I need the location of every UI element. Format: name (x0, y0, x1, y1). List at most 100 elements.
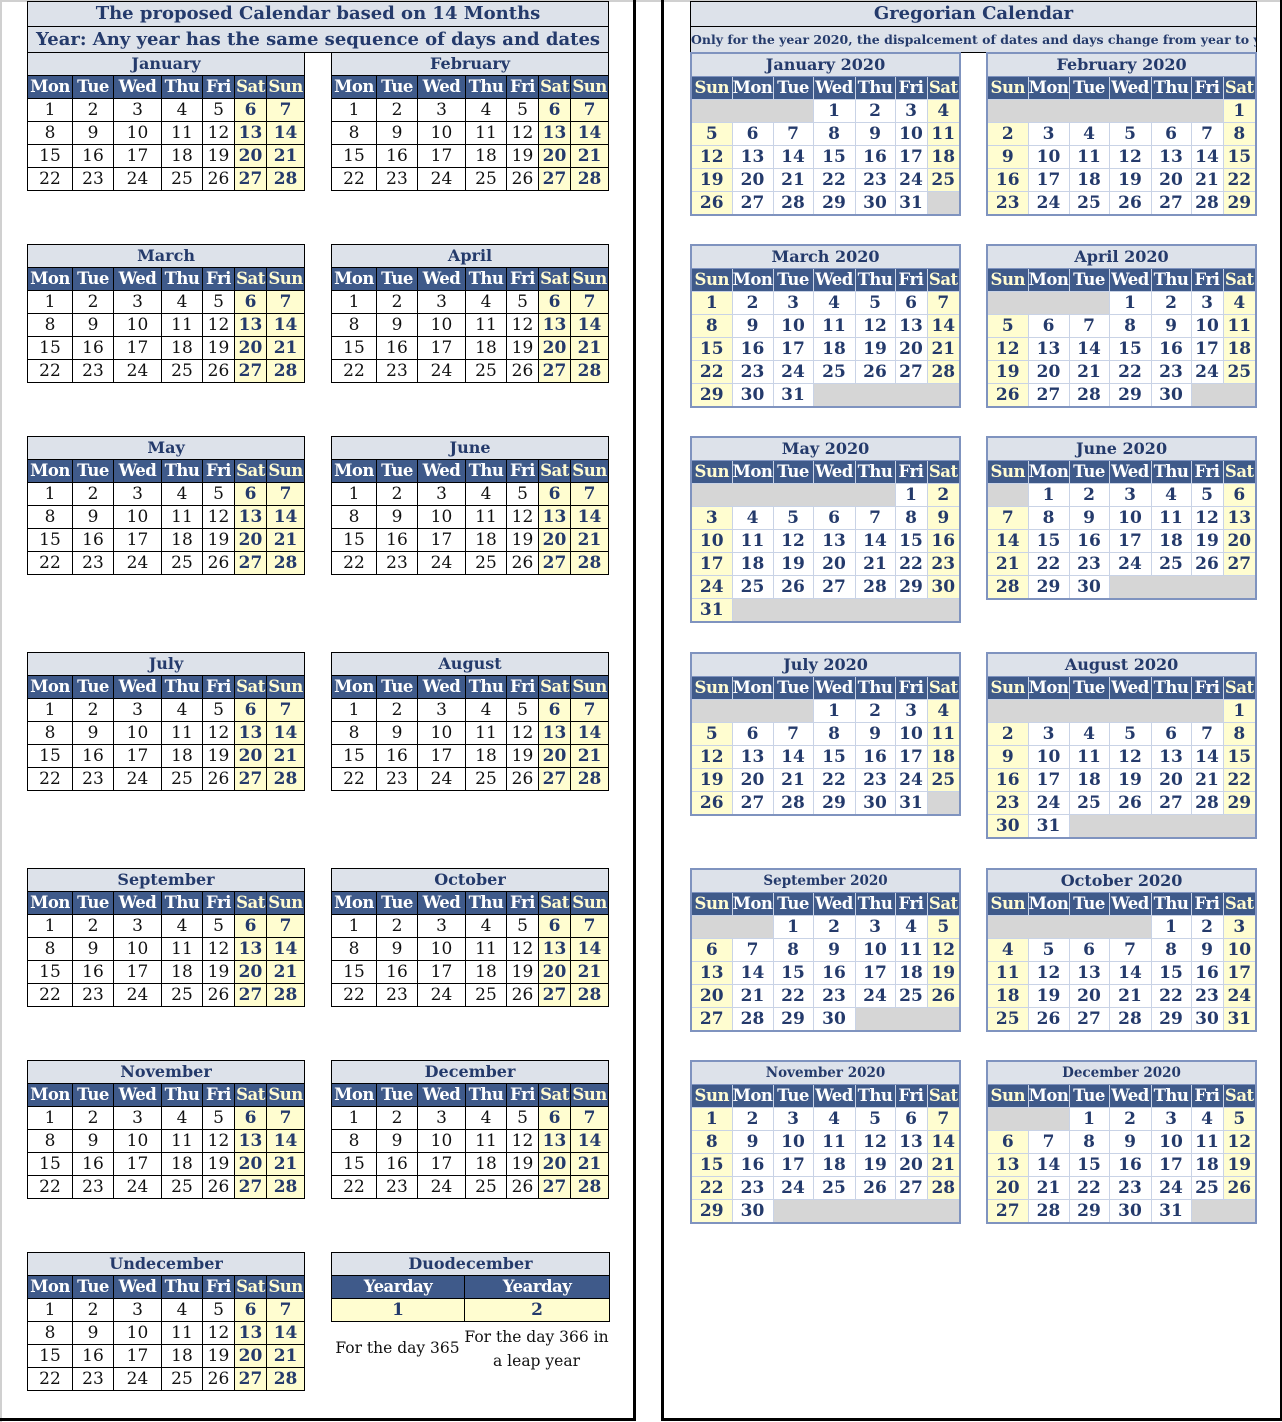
day-cell: 5 (1222, 1107, 1257, 1131)
yearday-note: For the day 366 in a leap year (464, 1328, 609, 1370)
weekday-header: Fri (1190, 892, 1224, 916)
gregorian-calendar-panel: Gregorian Calendar Only for the year 202… (661, 0, 1282, 1421)
day-cell: 13 (538, 505, 571, 529)
day-cell: 27 (986, 1199, 1029, 1224)
month-title: December 2020 (986, 1060, 1257, 1085)
day-cell: 13 (234, 937, 267, 961)
day-cell: 31 (1222, 1007, 1257, 1032)
day-cell: 12 (506, 721, 539, 745)
day-cell: 23 (731, 360, 774, 384)
day-cell: 17 (417, 744, 466, 768)
day-cell: 10 (894, 122, 928, 146)
day-cell: 16 (1068, 529, 1110, 553)
day-cell: 21 (265, 744, 306, 768)
weekday-header: Sun (986, 76, 1029, 100)
empty-cell (986, 699, 1224, 723)
day-cell: 8 (772, 938, 814, 962)
day-cell: 25 (161, 359, 203, 383)
day-cell: 24 (1190, 360, 1224, 384)
day-cell: 6 (690, 938, 733, 962)
week-row: 5 6 7 8 9 10 11 (986, 314, 1257, 338)
weekday-header: Sun (986, 460, 1029, 484)
day-cell: 8 (1068, 1130, 1110, 1154)
day-cell: 12 (202, 121, 235, 145)
day-cell: 4 (465, 98, 507, 122)
day-cell: 7 (772, 722, 814, 746)
month-undecember: Undecember Mon Tue Wed Thu Fri Sat Sun 1 2 3 4 5 6 7 8 9… (26, 1252, 306, 1391)
day-cell: 22 (772, 984, 814, 1008)
day-cell: 25 (986, 1007, 1029, 1032)
day-cell: 13 (894, 1130, 928, 1154)
day-cell: 14 (569, 721, 610, 745)
day-cell: 2 (376, 290, 418, 314)
month-title: February 2020 (986, 52, 1257, 77)
day-cell: 26 (202, 359, 235, 383)
day-cell: 16 (376, 960, 418, 984)
day-cell: 19 (202, 744, 235, 768)
day-cell: 18 (1190, 1153, 1224, 1177)
day-cell: 13 (1150, 745, 1192, 769)
week-row: 1234567 (27, 914, 305, 938)
day-cell: 9 (376, 721, 418, 745)
day-cell: 19 (1222, 1153, 1257, 1177)
day-cell: 24 (417, 1175, 466, 1199)
day-cell: 27 (1222, 552, 1257, 576)
month-title: July (26, 652, 306, 676)
day-cell: 21 (1190, 168, 1224, 192)
day-cell: 19 (1190, 529, 1224, 553)
day-cell: 22 (331, 983, 377, 1007)
day-cell: 5 (202, 698, 235, 722)
weekday-header: Tue (72, 675, 114, 699)
day-cell: 5 (690, 122, 733, 146)
weekday-header: Thu (161, 891, 203, 915)
week-row: 1234567 (27, 482, 306, 506)
day-cell: 21 (265, 1344, 306, 1368)
weekday-header: Sun (569, 675, 610, 699)
day-cell: 25 (812, 360, 856, 384)
day-cell: 25 (161, 983, 203, 1007)
week-row: 123456 (986, 483, 1257, 507)
day-cell: 2 (72, 1298, 114, 1322)
weekday-header: Wed (113, 1083, 162, 1107)
day-cell: 8 (27, 1129, 73, 1153)
day-cell: 3 (417, 482, 466, 506)
weekday-header: Mon (1027, 1084, 1070, 1108)
day-cell: 28 (265, 359, 306, 383)
empty-cell (812, 383, 961, 408)
week-row: 27 28 29 30 (690, 1007, 961, 1032)
day-cell: 24 (113, 551, 162, 575)
day-cell: 22 (27, 1175, 73, 1199)
day-cell: 12 (202, 313, 235, 337)
day-cell: 26 (690, 191, 733, 216)
day-cell: 6 (812, 506, 856, 530)
day-cell: 10 (894, 722, 928, 746)
day-cell: 28 (265, 1175, 306, 1199)
day-cell: 4 (1068, 122, 1110, 146)
day-cell: 3 (417, 698, 466, 722)
day-cell: 1 (27, 290, 73, 314)
day-cell: 18 (161, 144, 203, 168)
day-cell: 19 (690, 768, 733, 792)
week-row: 5 6 7 8 9 10 11 (690, 122, 961, 146)
day-cell: 14 (1108, 961, 1152, 985)
day-cell: 8 (27, 721, 73, 745)
day-cell: 23 (376, 167, 418, 191)
day-cell: 15 (1068, 1153, 1110, 1177)
day-cell: 21 (854, 552, 896, 576)
day-cell: 6 (538, 482, 571, 506)
week-row: 15 16 17 18 19 20 21 (27, 1344, 306, 1368)
day-cell: 20 (731, 168, 774, 192)
day-cell: 17 (854, 961, 896, 985)
day-cell: 6 (234, 290, 267, 314)
day-cell: 5 (202, 98, 235, 122)
day-cell: 4 (1222, 291, 1257, 315)
gregorian-month-1: February 2020 Sun Mon Tue Wed Thu Fri Sat 1 2 3 4 5 6… (986, 52, 1258, 216)
day-cell: 25 (812, 1176, 856, 1200)
day-cell: 23 (72, 167, 114, 191)
week-row: 22 23 24 25 26 27 28 (27, 1175, 306, 1199)
weekday-header: Tue (376, 75, 418, 99)
day-cell: 31 (1150, 1199, 1192, 1224)
day-cell: 24 (690, 575, 733, 599)
weekday-header: Wed (417, 891, 466, 915)
day-cell: 7 (266, 914, 305, 938)
